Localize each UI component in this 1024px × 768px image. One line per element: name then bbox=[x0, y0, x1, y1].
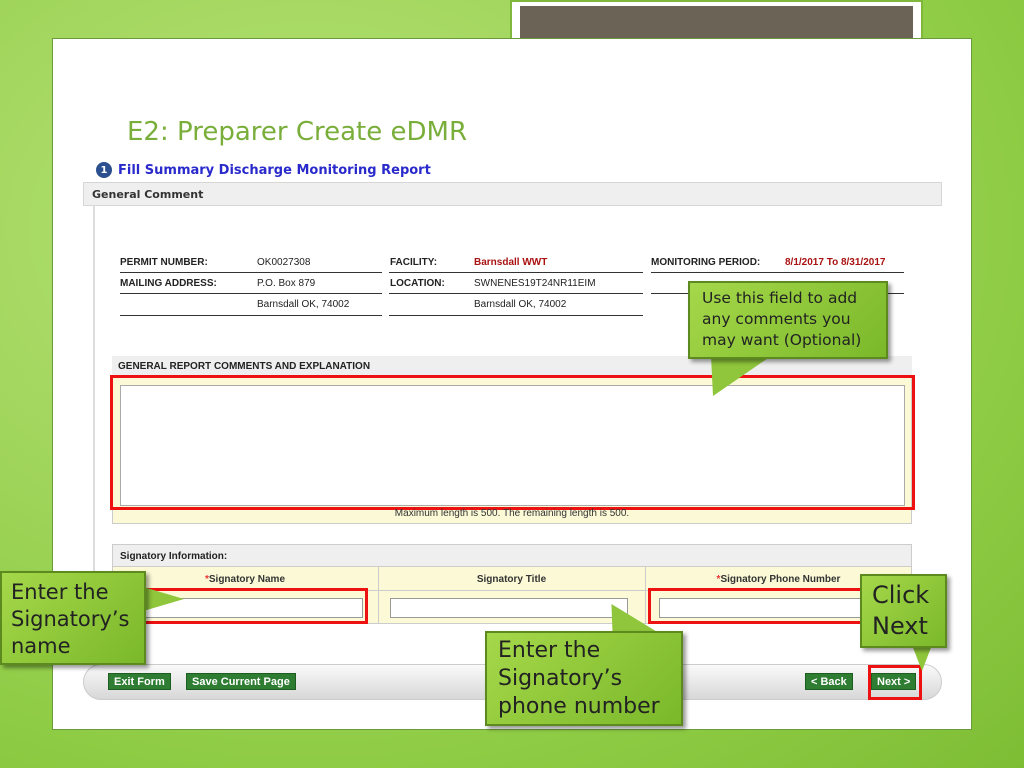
max-length-note: Maximum length is 500. The remaining len… bbox=[394, 508, 630, 519]
mailing-label: MAILING ADDRESS: bbox=[120, 278, 217, 289]
callout-tail bbox=[140, 586, 184, 612]
sig-title-label: Signatory Title bbox=[476, 574, 547, 585]
section-general-comment: General Comment bbox=[83, 182, 942, 206]
exit-form-button[interactable]: Exit Form bbox=[108, 673, 171, 690]
permit-label: PERMIT NUMBER: bbox=[120, 257, 208, 268]
slide-title: E2: Preparer Create eDMR bbox=[127, 117, 468, 147]
callout-name: Enter the Signatory’s name bbox=[0, 571, 146, 665]
signatory-header: Signatory Information: bbox=[112, 544, 912, 567]
save-current-page-button[interactable]: Save Current Page bbox=[186, 673, 296, 690]
callout-phone: Enter the Signatory’s phone number bbox=[485, 631, 683, 726]
sig-name-label: *Signatory Name bbox=[204, 574, 286, 585]
mailing-line1: P.O. Box 879 bbox=[257, 278, 316, 289]
callout-next: Click Next bbox=[860, 574, 947, 648]
location-line2: Barnsdall OK, 74002 bbox=[474, 299, 567, 310]
comments-highlight bbox=[110, 375, 915, 510]
step-number-icon: 1 bbox=[96, 162, 112, 178]
period-value: 8/1/2017 To 8/31/2017 bbox=[785, 257, 886, 268]
back-button[interactable]: < Back bbox=[805, 673, 853, 690]
callout-comments: Use this field to add any comments you m… bbox=[688, 281, 888, 359]
facility-value: Barnsdall WWT bbox=[474, 257, 548, 268]
permit-value: OK0027308 bbox=[257, 257, 311, 268]
location-line1: SWNENES19T24NR11EIM bbox=[474, 278, 596, 289]
location-label: LOCATION: bbox=[390, 278, 445, 289]
callout-tail bbox=[912, 645, 932, 671]
comments-header: GENERAL REPORT COMMENTS AND EXPLANATION bbox=[112, 356, 912, 376]
form-heading-text: Fill Summary Discharge Monitoring Report bbox=[118, 162, 431, 178]
facility-label: FACILITY: bbox=[390, 257, 438, 268]
form-heading: 1 Fill Summary Discharge Monitoring Repo… bbox=[96, 162, 431, 178]
period-label: MONITORING PERIOD: bbox=[651, 257, 761, 268]
mailing-line2: Barnsdall OK, 74002 bbox=[257, 299, 350, 310]
